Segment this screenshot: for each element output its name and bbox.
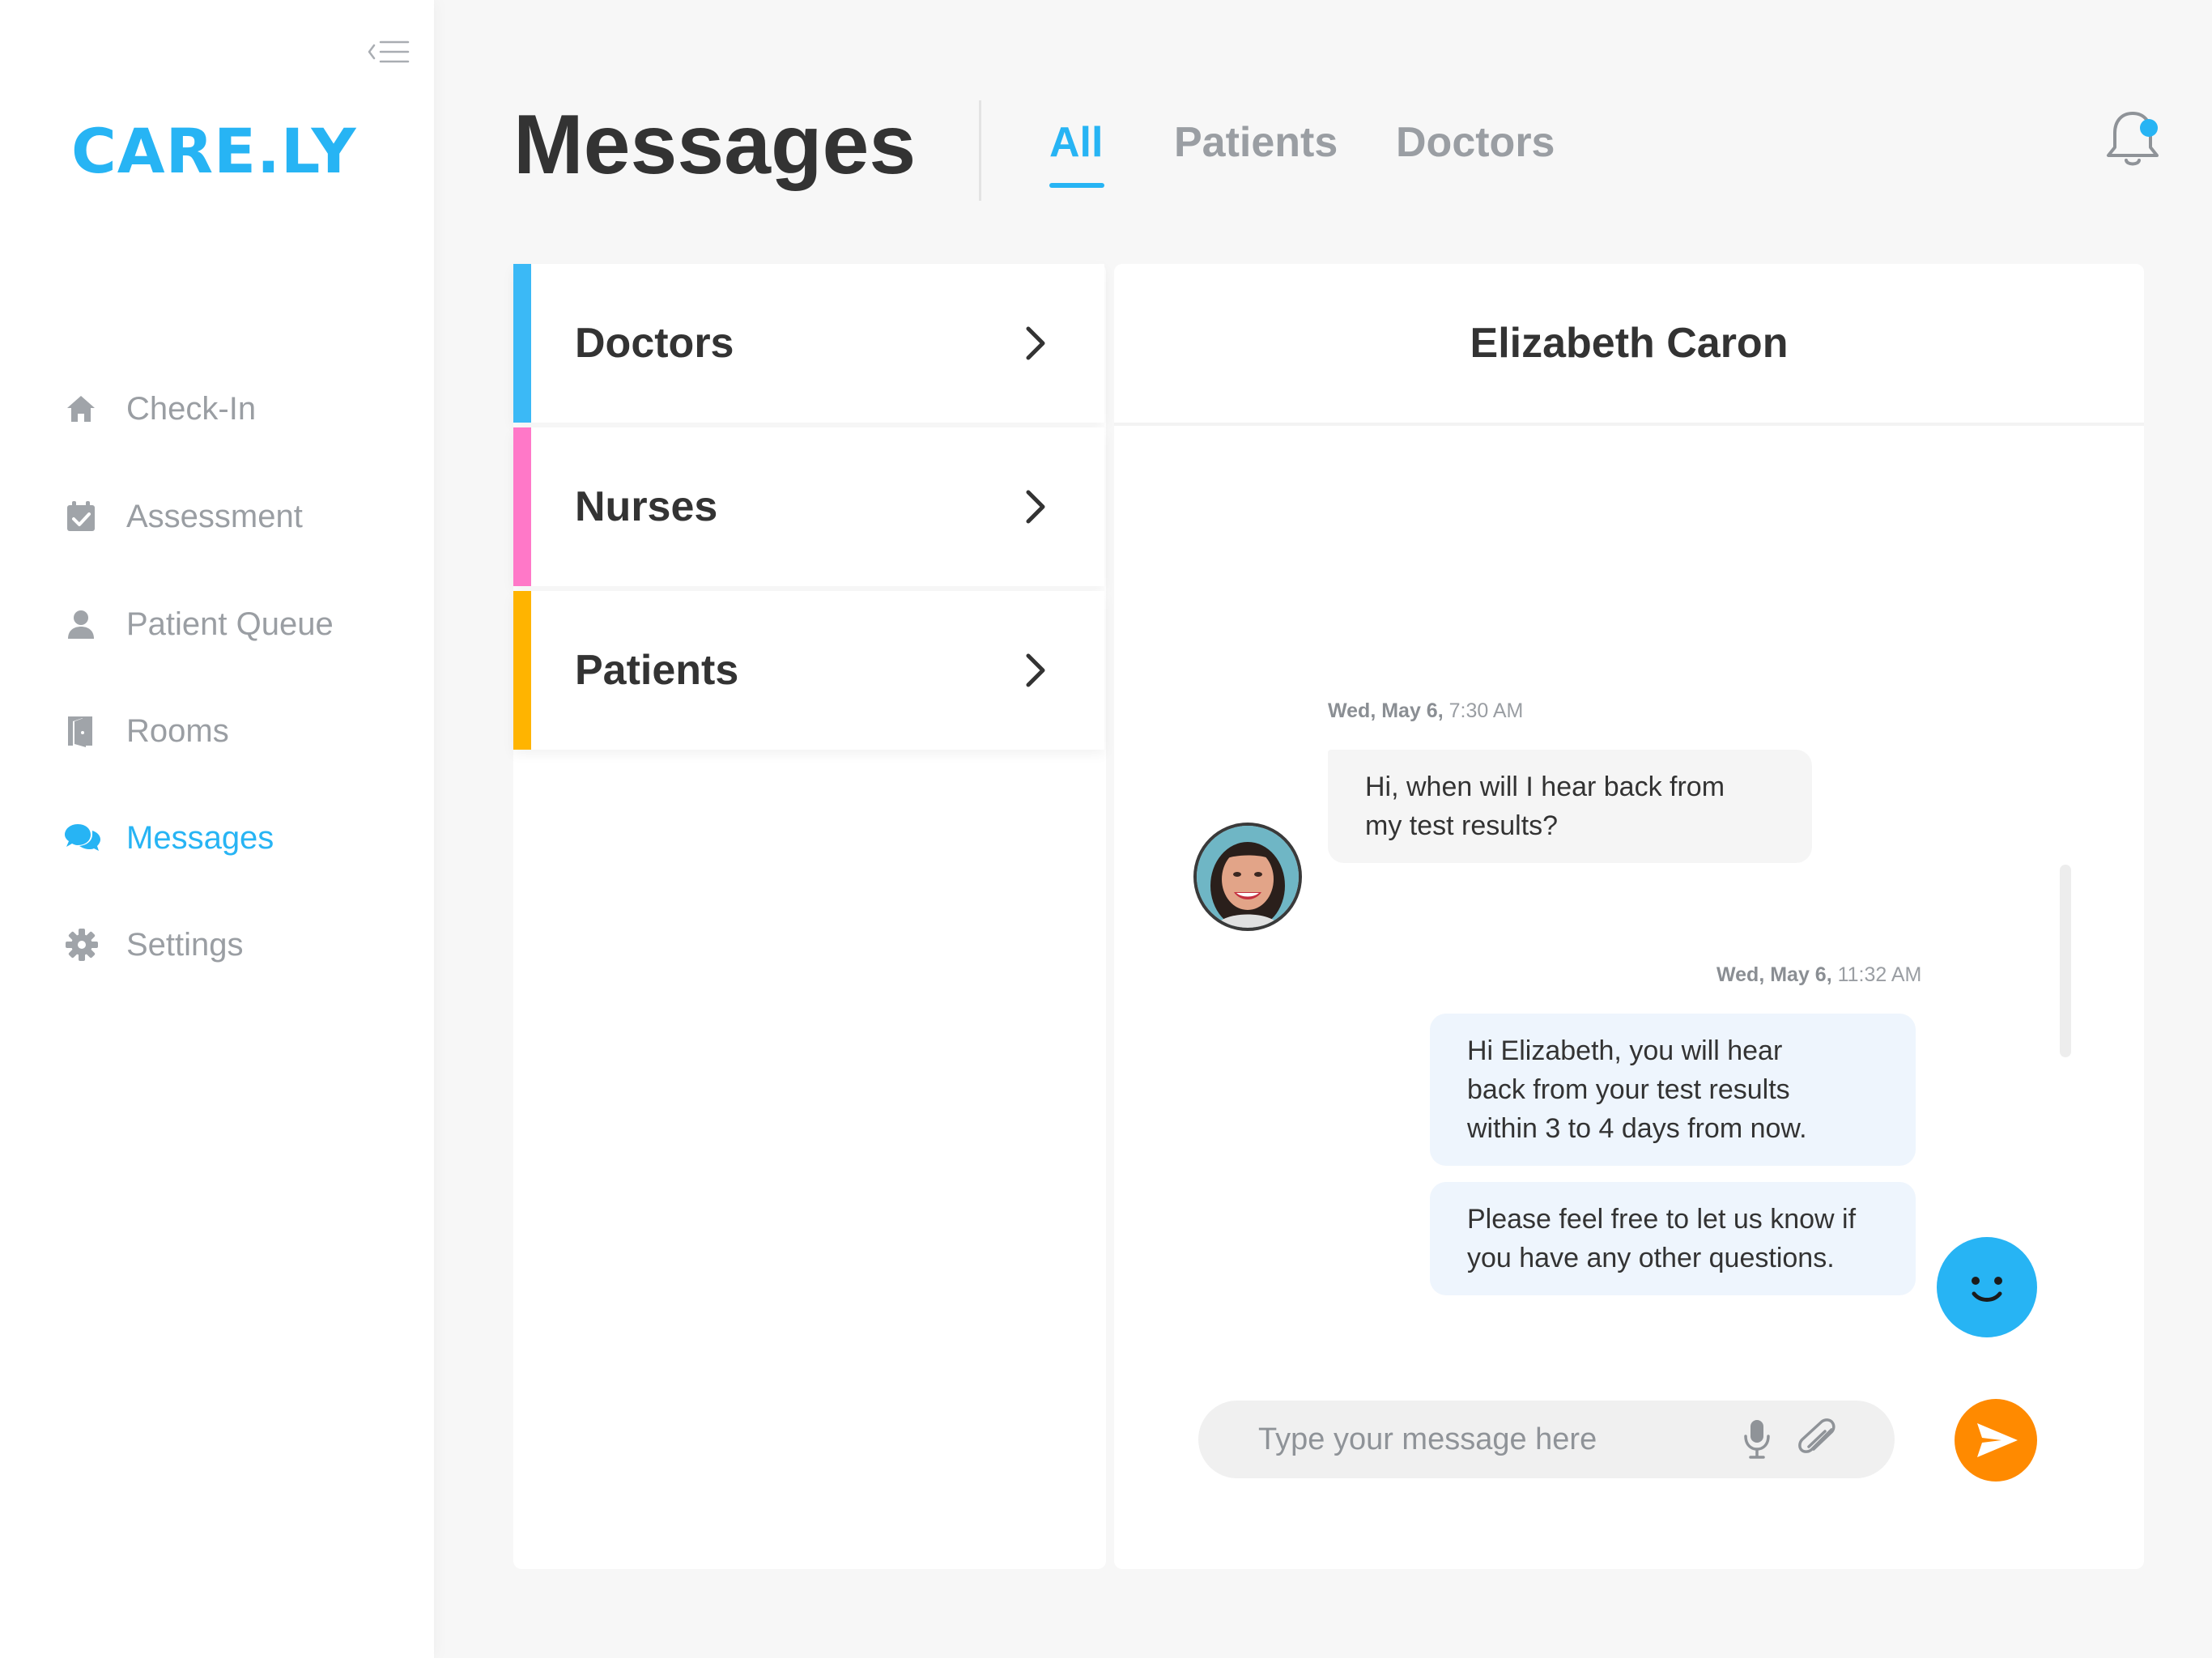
sidebar-item-rooms[interactable]: Rooms [65, 703, 405, 759]
chat-scrollbar[interactable] [2060, 865, 2071, 1057]
menu-collapse-icon[interactable] [366, 36, 411, 68]
sidebar-item-patient-queue[interactable]: Patient Queue [65, 596, 405, 653]
send-icon [1977, 1423, 2018, 1457]
header-divider [979, 100, 981, 201]
tab-patients[interactable]: Patients [1174, 118, 1338, 167]
sidebar-item-assessment[interactable]: Assessment [65, 488, 405, 545]
sidebar-item-label: Rooms [126, 712, 229, 749]
message-line: Hi Elizabeth, you will hear [1467, 1035, 1783, 1066]
sidebar: CARE.LY Check-In Assessment Patient Queu… [0, 0, 434, 1658]
outgoing-message-bubble: Please feel free to let us know if you h… [1430, 1182, 1916, 1295]
gear-icon [65, 925, 105, 965]
chat-bubbles-icon [65, 818, 105, 858]
bell-icon[interactable] [2099, 105, 2167, 173]
message-line: you have any other questions. [1467, 1243, 1835, 1273]
message-timestamp: Wed, May 6, 7:30 AM [1328, 699, 1524, 722]
paperclip-icon[interactable] [1796, 1418, 1841, 1460]
message-input[interactable] [1258, 1417, 1760, 1462]
sidebar-item-label: Assessment [126, 498, 303, 534]
message-input-container [1198, 1401, 1895, 1478]
avatar[interactable] [1197, 826, 1299, 928]
microphone-icon[interactable] [1741, 1417, 1773, 1462]
category-patients[interactable]: Patients [513, 591, 1104, 750]
sidebar-item-settings[interactable]: Settings [65, 916, 405, 973]
sidebar-item-check-in[interactable]: Check-In [65, 380, 405, 437]
category-doctors[interactable]: Doctors [513, 264, 1104, 423]
app-root: CARE.LY Check-In Assessment Patient Queu… [0, 0, 2212, 1658]
active-tab-indicator [1049, 183, 1104, 188]
sidebar-item-label: Patient Queue [126, 606, 334, 642]
tab-all[interactable]: All [1049, 118, 1103, 167]
home-icon [65, 389, 105, 429]
message-timestamp: Wed, May 6, 11:32 AM [1716, 963, 1922, 986]
smiley-icon[interactable] [1937, 1237, 2037, 1337]
category-label: Patients [575, 647, 739, 694]
category-label: Doctors [575, 320, 734, 367]
tab-doctors[interactable]: Doctors [1396, 118, 1555, 167]
outgoing-message-bubble: Hi Elizabeth, you will hear back from yo… [1430, 1014, 1916, 1166]
notification-dot [2140, 119, 2158, 137]
message-line: Please feel free to let us know if [1467, 1204, 1857, 1235]
person-icon [65, 604, 105, 644]
send-button[interactable] [1955, 1399, 2037, 1482]
door-icon [65, 711, 105, 751]
category-color-stripe [513, 591, 531, 750]
sidebar-item-label: Check-In [126, 390, 257, 427]
chevron-right-icon [1026, 326, 1045, 360]
chevron-right-icon [1026, 490, 1045, 524]
app-logo: CARE.LY [71, 115, 357, 187]
sidebar-item-messages[interactable]: Messages [65, 810, 405, 866]
sidebar-item-label: Messages [126, 819, 274, 856]
message-line: Hi, when will I hear back from [1365, 772, 1725, 802]
incoming-message-bubble: Hi, when will I hear back from my test r… [1328, 750, 1812, 863]
category-label: Nurses [575, 483, 718, 530]
page-title: Messages [513, 98, 917, 192]
category-color-stripe [513, 264, 531, 423]
chat-contact-name: Elizabeth Caron [1470, 320, 1789, 367]
message-line: within 3 to 4 days from now. [1467, 1113, 1807, 1144]
message-line: back from your test results [1467, 1074, 1790, 1105]
category-color-stripe [513, 427, 531, 586]
calendar-check-icon [65, 496, 105, 537]
sidebar-item-label: Settings [126, 926, 244, 963]
chat-header-divider [1114, 423, 2144, 426]
category-nurses[interactable]: Nurses [513, 427, 1104, 586]
chevron-right-icon [1026, 653, 1045, 687]
message-line: my test results? [1365, 810, 1559, 841]
